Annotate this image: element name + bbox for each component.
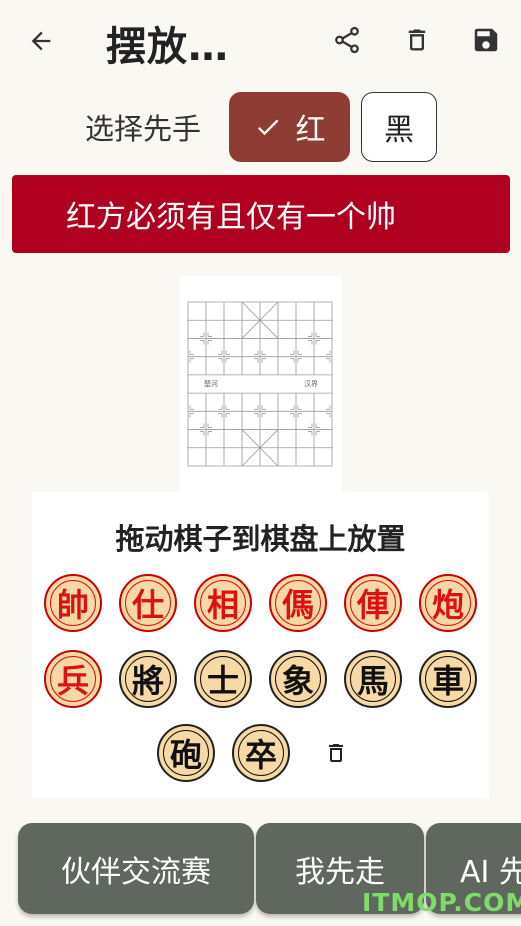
piece-black[interactable]: 砲	[157, 724, 215, 782]
piece-red[interactable]: 俥	[344, 574, 402, 632]
piece-char: 俥	[356, 586, 389, 624]
piece-black[interactable]: 卒	[232, 724, 290, 782]
piece-char: 砲	[169, 736, 202, 774]
piece-black[interactable]: 車	[419, 650, 477, 708]
back-button[interactable]	[22, 22, 60, 60]
first-move-black-option[interactable]: 黑	[361, 92, 437, 162]
me-first-label: 我先走	[295, 854, 385, 890]
chess-board[interactable]: 楚河 汉界	[180, 276, 342, 494]
piece-char: 仕	[131, 586, 164, 624]
piece-char: 車	[431, 662, 464, 700]
piece-char: 卒	[244, 736, 277, 774]
piece-char: 象	[281, 662, 314, 700]
piece-black[interactable]: 馬	[344, 650, 402, 708]
piece-black[interactable]: 將	[119, 650, 177, 708]
piece-char: 傌	[281, 586, 314, 624]
piece-black[interactable]: 士	[194, 650, 252, 708]
piece-red[interactable]: 兵	[44, 650, 102, 708]
first-move-selector: 选择先手 红 黑	[0, 92, 521, 164]
palette-title: 拖动棋子到棋盘上放置	[115, 522, 406, 556]
trash-icon	[408, 29, 426, 51]
piece-char: 兵	[56, 662, 89, 700]
piece-red[interactable]: 帥	[44, 574, 102, 632]
piece-red[interactable]: 傌	[269, 574, 327, 632]
river-left-label: 楚河	[204, 379, 218, 388]
page-title: 摆放…	[106, 24, 229, 70]
piece-char: 馬	[356, 662, 389, 700]
first-move-red-option[interactable]: 红	[229, 92, 350, 162]
save-icon	[474, 28, 498, 52]
board-grid: 楚河 汉界	[187, 301, 333, 467]
piece-red[interactable]: 相	[194, 574, 252, 632]
piece-char: 帥	[56, 586, 89, 624]
partner-match-button[interactable]: 伙伴交流赛	[18, 823, 254, 914]
red-option-label: 红	[295, 113, 326, 148]
piece-red[interactable]: 仕	[119, 574, 177, 632]
arrow-left-icon	[31, 31, 51, 51]
check-icon	[257, 119, 278, 136]
watermark: ITMOP.COM	[362, 888, 521, 917]
top-app-bar: 摆放…	[0, 0, 521, 84]
piece-black[interactable]: 象	[269, 650, 327, 708]
river-right-label: 汉界	[304, 380, 318, 388]
delete-button[interactable]	[399, 22, 435, 58]
save-button[interactable]	[468, 22, 504, 58]
first-move-label: 选择先手	[85, 112, 202, 146]
share-icon	[335, 26, 359, 54]
trash-icon[interactable]	[324, 740, 348, 766]
piece-palette: 拖动棋子到棋盘上放置 帥 仕 相 傌 俥 炮兵 將 士 象 馬 車砲 卒	[32, 492, 489, 798]
partner-match-label: 伙伴交流赛	[61, 854, 211, 890]
piece-char: 相	[206, 586, 239, 624]
error-message: 红方必须有且仅有一个帅	[66, 200, 396, 235]
piece-char: 將	[131, 662, 164, 700]
error-banner: 红方必须有且仅有一个帅	[12, 175, 510, 253]
piece-red[interactable]: 炮	[419, 574, 477, 632]
piece-char: 士	[206, 662, 239, 700]
share-button[interactable]	[329, 22, 365, 58]
black-option-label: 黑	[384, 113, 414, 148]
ai-first-label: AI 先	[460, 854, 521, 890]
piece-char: 炮	[431, 586, 464, 624]
